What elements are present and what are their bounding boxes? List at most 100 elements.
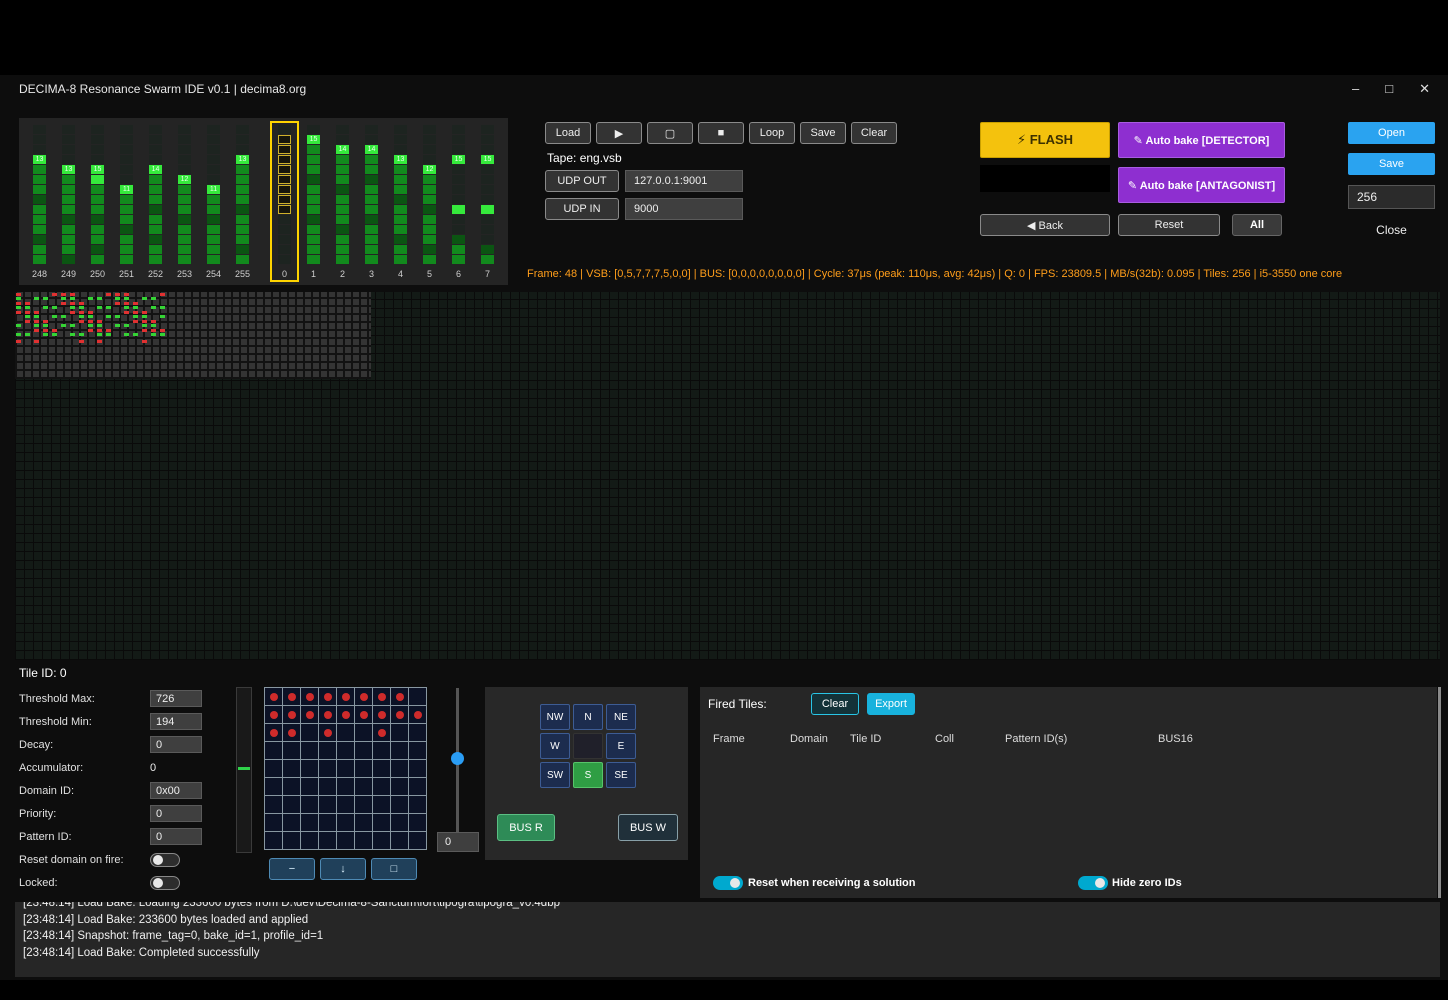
value-slider-thumb[interactable] xyxy=(451,752,464,765)
pattern-cell[interactable] xyxy=(301,724,318,741)
pattern-cell[interactable] xyxy=(391,832,408,849)
pattern-cell[interactable] xyxy=(301,814,318,831)
hide-zero-ids-toggle[interactable] xyxy=(1078,876,1108,890)
pattern-cell[interactable] xyxy=(337,724,354,741)
pattern-cell[interactable] xyxy=(409,706,426,723)
pattern-cell[interactable] xyxy=(337,706,354,723)
tile-count-input[interactable] xyxy=(1348,185,1435,209)
minimize-button[interactable]: – xyxy=(1352,81,1359,97)
pattern-cell[interactable] xyxy=(301,760,318,777)
pattern-cell[interactable] xyxy=(409,778,426,795)
pattern-cell[interactable] xyxy=(355,832,372,849)
clear-tape-button[interactable]: Clear xyxy=(851,122,897,144)
pattern-minus-button[interactable]: − xyxy=(269,858,315,880)
pattern-cell[interactable] xyxy=(391,688,408,705)
pattern-cell[interactable] xyxy=(355,778,372,795)
vu-meter-253[interactable]: 12253 xyxy=(178,125,191,279)
pattern-cell[interactable] xyxy=(391,778,408,795)
pattern-cell[interactable] xyxy=(283,742,300,759)
load-button[interactable]: Load xyxy=(545,122,591,144)
back-button[interactable]: ◀ Back xyxy=(980,214,1110,236)
loop-button[interactable]: Loop xyxy=(749,122,795,144)
vu-meter-6[interactable]: 156 xyxy=(452,125,465,279)
pattern-cell[interactable] xyxy=(391,796,408,813)
pattern-cell[interactable] xyxy=(283,724,300,741)
pattern-cell[interactable] xyxy=(319,724,336,741)
pattern-cell[interactable] xyxy=(283,796,300,813)
pattern-cell[interactable] xyxy=(355,724,372,741)
pattern-cell[interactable] xyxy=(337,814,354,831)
close-button[interactable]: ✕ xyxy=(1419,81,1430,97)
pad-nw-button[interactable]: NW xyxy=(540,704,570,730)
pattern-cell[interactable] xyxy=(319,706,336,723)
slider-value-field[interactable]: 0 xyxy=(437,832,479,852)
pattern-cell[interactable] xyxy=(301,706,318,723)
pattern-cell[interactable] xyxy=(373,814,390,831)
pattern-clear-button[interactable]: □ xyxy=(371,858,417,880)
pattern-cell[interactable] xyxy=(337,742,354,759)
vu-meter-252[interactable]: 14252 xyxy=(149,125,162,279)
pattern-cell[interactable] xyxy=(355,742,372,759)
pattern-cell[interactable] xyxy=(373,706,390,723)
pad-n-button[interactable]: N xyxy=(573,704,603,730)
reset-domain-on-fire-toggle[interactable] xyxy=(150,853,180,867)
all-button[interactable]: All xyxy=(1232,214,1282,236)
vu-meter-248[interactable]: 13248 xyxy=(33,125,46,279)
pattern-cell[interactable] xyxy=(373,688,390,705)
pattern-id-input[interactable] xyxy=(150,828,202,845)
save-button[interactable]: Save xyxy=(1348,153,1435,175)
pattern-cell[interactable] xyxy=(391,724,408,741)
pad-e-button[interactable]: E xyxy=(606,733,636,759)
pattern-cell[interactable] xyxy=(373,742,390,759)
fired-tiles-scrollbar[interactable] xyxy=(1438,687,1441,898)
swarm-tile-grid[interactable] xyxy=(15,292,1440,660)
vu-meter-249[interactable]: 13249 xyxy=(62,125,75,279)
pad-w-button[interactable]: W xyxy=(540,733,570,759)
pattern-cell[interactable] xyxy=(373,796,390,813)
save-tape-button[interactable]: Save xyxy=(800,122,846,144)
pattern-cell[interactable] xyxy=(355,796,372,813)
threshold-min-input[interactable] xyxy=(150,713,202,730)
pattern-shift-down-button[interactable]: ↓ xyxy=(320,858,366,880)
pattern-cell[interactable] xyxy=(301,796,318,813)
pattern-cell[interactable] xyxy=(373,724,390,741)
pattern-cell[interactable] xyxy=(409,796,426,813)
pattern-cell[interactable] xyxy=(409,814,426,831)
pattern-cell[interactable] xyxy=(283,688,300,705)
pattern-cell[interactable] xyxy=(283,706,300,723)
pattern-cell[interactable] xyxy=(283,760,300,777)
locked-toggle[interactable] xyxy=(150,876,180,890)
fired-export-button[interactable]: Export xyxy=(867,693,915,715)
pattern-cell[interactable] xyxy=(283,778,300,795)
pattern-cell[interactable] xyxy=(265,706,282,723)
pattern-cell[interactable] xyxy=(319,814,336,831)
pattern-cell[interactable] xyxy=(337,760,354,777)
pattern-cell[interactable] xyxy=(265,742,282,759)
pattern-cell[interactable] xyxy=(265,778,282,795)
pattern-cell[interactable] xyxy=(337,778,354,795)
bus-read-button[interactable]: BUS R xyxy=(497,814,555,841)
pattern-cell[interactable] xyxy=(265,688,282,705)
pattern-cell[interactable] xyxy=(355,814,372,831)
udp-out-button[interactable]: UDP OUT xyxy=(545,170,619,192)
stop-button[interactable]: ■ xyxy=(698,122,744,144)
pattern-cell[interactable] xyxy=(391,742,408,759)
udp-in-button[interactable]: UDP IN xyxy=(545,198,619,220)
pattern-cell[interactable] xyxy=(355,760,372,777)
pattern-cell[interactable] xyxy=(391,706,408,723)
pattern-cell[interactable] xyxy=(319,688,336,705)
pattern-cell[interactable] xyxy=(337,796,354,813)
vu-meter-5[interactable]: 125 xyxy=(423,125,436,279)
pattern-cell[interactable] xyxy=(319,832,336,849)
udp-in-port-input[interactable] xyxy=(625,198,743,220)
pattern-cell[interactable] xyxy=(283,814,300,831)
pattern-cell[interactable] xyxy=(391,760,408,777)
pattern-cell[interactable] xyxy=(301,778,318,795)
pattern-cell[interactable] xyxy=(409,688,426,705)
pattern-cell[interactable] xyxy=(301,688,318,705)
flash-button[interactable]: ⚡ FLASH xyxy=(980,122,1110,158)
pattern-editor-grid[interactable] xyxy=(264,687,427,850)
pattern-cell[interactable] xyxy=(373,832,390,849)
vu-meter-250[interactable]: 15250 xyxy=(91,125,104,279)
vu-meter-7[interactable]: 157 xyxy=(481,125,494,279)
